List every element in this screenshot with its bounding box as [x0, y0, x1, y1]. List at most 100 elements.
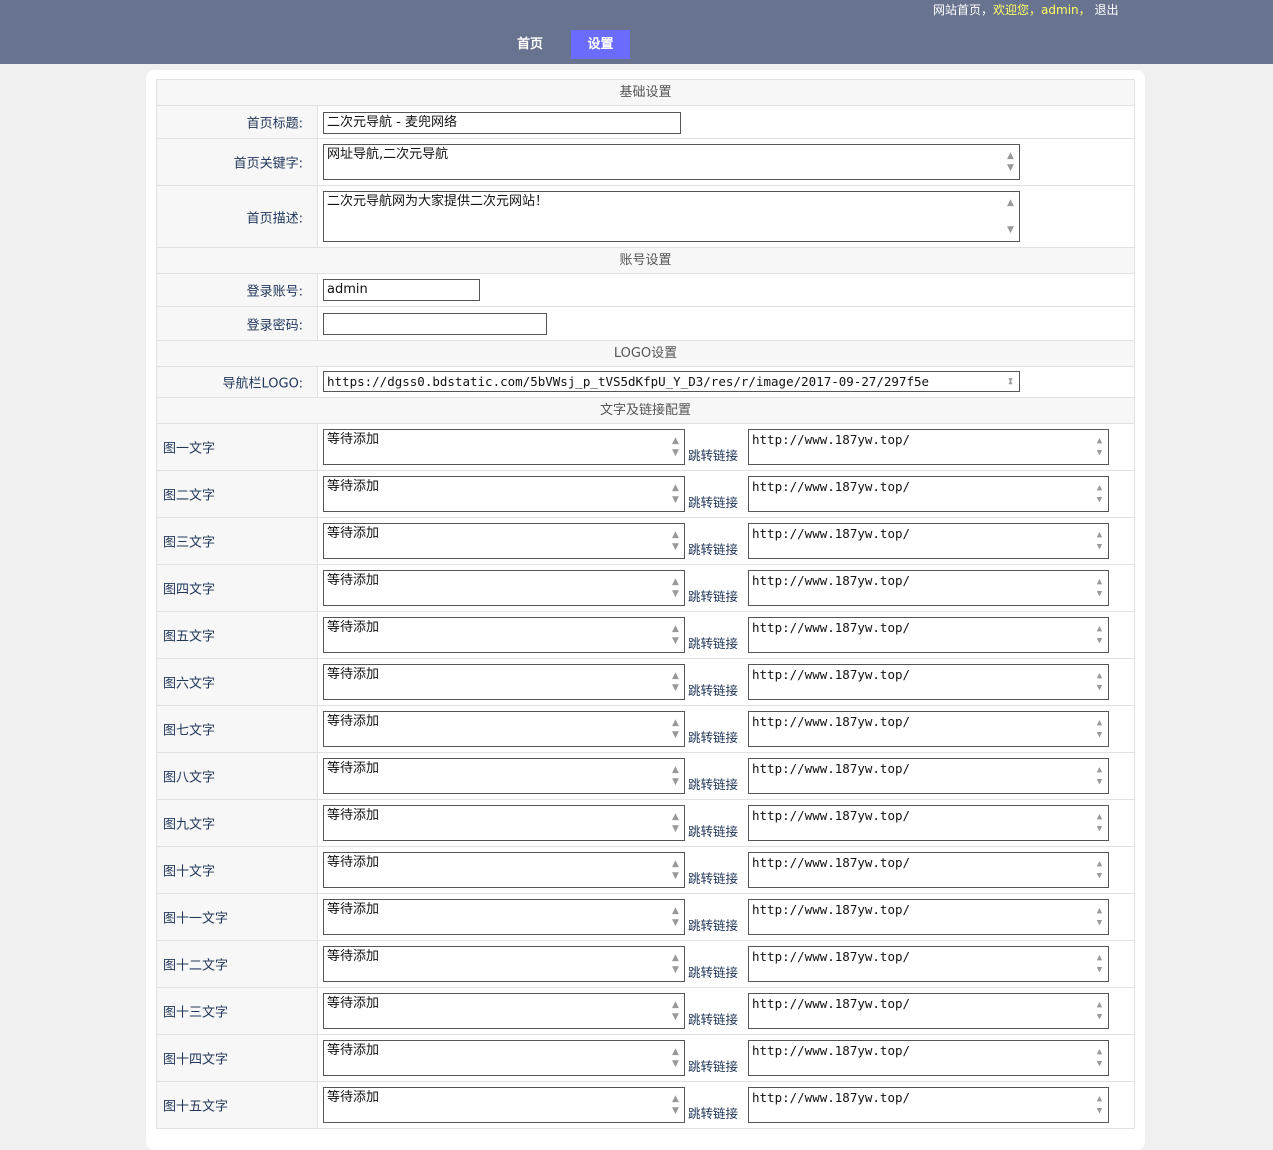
jump-link-label: 跳转链接 [688, 495, 739, 510]
textarea-value: 等待添加 [327, 761, 380, 776]
scrollbar[interactable]: ▲ ▼ [669, 620, 682, 650]
item-text-textarea[interactable]: 等待添加 ▲ ▼ [323, 852, 685, 888]
scrollbar[interactable]: ▲ ▼ [1093, 714, 1106, 744]
home-keywords-textarea[interactable]: 网址导航,二次元导航 ▲ ▼ [323, 144, 1020, 180]
item-text-textarea[interactable]: 等待添加 ▲ ▼ [323, 946, 685, 982]
scrollbar[interactable]: ▲ ▼ [1093, 432, 1106, 462]
item-text-textarea[interactable]: 等待添加 ▲ ▼ [323, 711, 685, 747]
scrollbar[interactable]: ▲ ▼ [1093, 667, 1106, 697]
chevron-down-icon: ▼ [1096, 589, 1103, 599]
textarea-value: http://www.187yw.top/ [752, 479, 911, 494]
item-label: 图十三文字 [157, 988, 318, 1034]
scrollbar[interactable]: ▲ ▼ [669, 526, 682, 556]
item-text-textarea[interactable]: 等待添加 ▲ ▼ [323, 570, 685, 606]
nav-tab-home[interactable]: 首页 [505, 30, 555, 59]
item-label: 图六文字 [157, 659, 318, 705]
item-link-textarea[interactable]: http://www.187yw.top/ ▲ ▼ [748, 852, 1109, 888]
scrollbar[interactable]: ▲ ▼ [1093, 996, 1106, 1026]
item-label: 图一文字 [157, 424, 318, 470]
item-text-textarea[interactable]: 等待添加 ▲ ▼ [323, 993, 685, 1029]
item-label: 图十一文字 [157, 894, 318, 940]
label-text: 图八文字 [163, 770, 216, 786]
item-link-textarea[interactable]: http://www.187yw.top/ ▲ ▼ [748, 476, 1109, 512]
item-link-textarea[interactable]: http://www.187yw.top/ ▲ ▼ [748, 523, 1109, 559]
scrollbar[interactable]: ▲ ▼ [669, 949, 682, 979]
textarea-value: http://www.187yw.top/ [752, 620, 911, 635]
label-home-title: 首页标题: [157, 106, 318, 138]
item-link-textarea[interactable]: http://www.187yw.top/ ▲ ▼ [748, 758, 1109, 794]
scrollbar[interactable]: ▲ ▼ [669, 855, 682, 885]
item-link-textarea[interactable]: http://www.187yw.top/ ▲ ▼ [748, 664, 1109, 700]
scrollbar[interactable]: ▲ ▼ [1093, 761, 1106, 791]
scrollbar[interactable]: ▲ ▼ [669, 761, 682, 791]
scrollbar[interactable]: ▲ ▼ [669, 1090, 682, 1120]
scrollbar[interactable]: ▲ ▼ [1004, 194, 1017, 239]
link-item-row: 图十三文字 等待添加 ▲ ▼ 跳转链接 http://www.187yw.top/ ▲ ▼ [156, 988, 1135, 1035]
label-text: 图七文字 [163, 723, 216, 739]
item-link-textarea[interactable]: http://www.187yw.top/ ▲ ▼ [748, 617, 1109, 653]
item-label: 图四文字 [157, 565, 318, 611]
scrollbar[interactable]: ▲ ▼ [1093, 808, 1106, 838]
item-text-textarea[interactable]: 等待添加 ▲ ▼ [323, 805, 685, 841]
scrollbar[interactable]: ▲ ▼ [1093, 479, 1106, 509]
username-input[interactable]: admin [323, 279, 480, 301]
item-link-textarea[interactable]: http://www.187yw.top/ ▲ ▼ [748, 805, 1109, 841]
home-description-textarea[interactable]: 二次元导航网为大家提供二次元网站！ ▲ ▼ [323, 191, 1020, 242]
item-link-textarea[interactable]: http://www.187yw.top/ ▲ ▼ [748, 946, 1109, 982]
scrollbar[interactable]: ▲ ▼ [669, 1043, 682, 1073]
scrollbar[interactable]: ▲ ▼ [669, 432, 682, 462]
label-text: 图十三文字 [163, 1005, 229, 1021]
textarea-value: http://www.187yw.top/ [752, 808, 911, 823]
jump-link-label: 跳转链接 [688, 542, 739, 557]
item-link-textarea[interactable]: http://www.187yw.top/ ▲ ▼ [748, 429, 1109, 465]
scrollbar[interactable]: ▲ ▼ [669, 996, 682, 1026]
scrollbar[interactable]: ▲ ▼ [669, 902, 682, 932]
scrollbar[interactable]: ▲ ▼ [669, 479, 682, 509]
scrollbar[interactable]: ▲ ▼ [1004, 374, 1017, 389]
item-text-textarea[interactable]: 等待添加 ▲ ▼ [323, 617, 685, 653]
item-link-textarea[interactable]: http://www.187yw.top/ ▲ ▼ [748, 899, 1109, 935]
scrollbar[interactable]: ▲ ▼ [1093, 902, 1106, 932]
scrollbar[interactable]: ▲ ▼ [669, 714, 682, 744]
item-text-textarea[interactable]: 等待添加 ▲ ▼ [323, 758, 685, 794]
nav-tab-settings[interactable]: 设置 [571, 30, 630, 59]
textarea-value: 等待添加 [327, 620, 380, 635]
item-link-textarea[interactable]: http://www.187yw.top/ ▲ ▼ [748, 1087, 1109, 1123]
item-link-textarea[interactable]: http://www.187yw.top/ ▲ ▼ [748, 570, 1109, 606]
scrollbar[interactable]: ▲ ▼ [1093, 573, 1106, 603]
logo-url-input[interactable]: https://dgss0.bdstatic.com/5bVWsj_p_tVS5… [323, 371, 1020, 392]
scrollbar[interactable]: ▲ ▼ [1093, 1043, 1106, 1073]
chevron-down-icon: ▼ [1096, 542, 1103, 552]
item-text-textarea[interactable]: 等待添加 ▲ ▼ [323, 429, 685, 465]
chevron-down-icon: ▼ [672, 636, 679, 646]
item-text-textarea[interactable]: 等待添加 ▲ ▼ [323, 664, 685, 700]
item-text-textarea[interactable]: 等待添加 ▲ ▼ [323, 899, 685, 935]
item-link-textarea[interactable]: http://www.187yw.top/ ▲ ▼ [748, 993, 1109, 1029]
jump-link-label: 跳转链接 [688, 1012, 739, 1027]
site-home-link[interactable]: 网站首页 [933, 3, 981, 17]
scrollbar[interactable]: ▲ ▼ [1093, 855, 1106, 885]
chevron-up-icon: ▲ [1007, 198, 1014, 208]
chevron-down-icon: ▼ [1096, 965, 1103, 975]
jump-link-label: 跳转链接 [688, 448, 739, 463]
scrollbar[interactable]: ▲ ▼ [1093, 949, 1106, 979]
item-link-textarea[interactable]: http://www.187yw.top/ ▲ ▼ [748, 1040, 1109, 1076]
textarea-value: http://www.187yw.top/ [752, 902, 911, 917]
section-links: 文字及链接配置 [156, 398, 1135, 424]
home-title-input[interactable]: 二次元导航 - 麦兜网络 [323, 112, 681, 134]
logout-link[interactable]: 退出 [1094, 3, 1118, 17]
password-input[interactable] [323, 313, 547, 335]
scrollbar[interactable]: ▲ ▼ [1093, 1090, 1106, 1120]
item-text-textarea[interactable]: 等待添加 ▲ ▼ [323, 1040, 685, 1076]
scrollbar[interactable]: ▲ ▼ [1093, 620, 1106, 650]
item-text-textarea[interactable]: 等待添加 ▲ ▼ [323, 523, 685, 559]
item-text-textarea[interactable]: 等待添加 ▲ ▼ [323, 476, 685, 512]
scrollbar[interactable]: ▲ ▼ [669, 808, 682, 838]
label-text: 图十一文字 [163, 911, 229, 927]
scrollbar[interactable]: ▲ ▼ [669, 573, 682, 603]
scrollbar[interactable]: ▲ ▼ [1093, 526, 1106, 556]
item-text-textarea[interactable]: 等待添加 ▲ ▼ [323, 1087, 685, 1123]
scrollbar[interactable]: ▲ ▼ [1004, 147, 1017, 177]
item-link-textarea[interactable]: http://www.187yw.top/ ▲ ▼ [748, 711, 1109, 747]
scrollbar[interactable]: ▲ ▼ [669, 667, 682, 697]
